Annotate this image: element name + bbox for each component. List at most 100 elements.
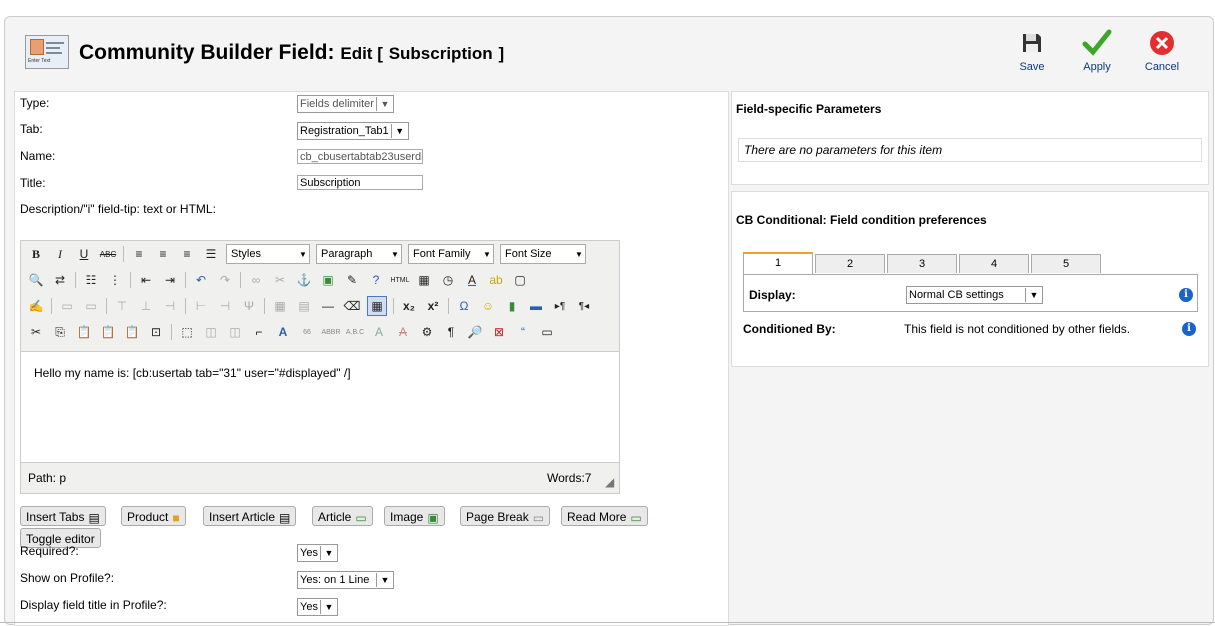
visual-aid-icon[interactable]: ⬚ [178,323,196,341]
show-on-profile-select[interactable]: Yes: on 1 Line ▼ [297,571,394,589]
template-icon[interactable]: ▭ [538,323,556,341]
underline-icon[interactable]: U [75,245,93,263]
page-break-button[interactable]: Page Break ▭ [460,506,551,526]
move-forward-icon[interactable]: ◫ [226,323,244,341]
tab-select[interactable]: Registration_Tab1 ▼ [297,122,409,140]
select-all-icon[interactable]: ⊡ [147,323,165,341]
strikethrough-icon[interactable]: ABC [99,245,117,263]
undo-icon[interactable]: ↶ [192,271,210,289]
numbered-list-icon[interactable]: ⋮ [106,271,124,289]
unlink-icon[interactable]: ✂ [271,271,289,289]
display-title-select[interactable]: Yes ▼ [297,598,338,616]
help-icon[interactable]: ? [367,271,385,289]
align-center-icon[interactable]: ≡ [154,245,172,263]
tab-3[interactable]: 3 [887,254,957,273]
type-select[interactable]: Fields delimiter ▼ [297,95,394,113]
font-family-dropdown[interactable]: Font Family ▼ [408,244,494,264]
cut-icon[interactable]: ✂ [27,323,45,341]
row-props-icon[interactable]: ▭ [58,297,76,315]
tab-5[interactable]: 5 [1031,254,1101,273]
rtl-icon[interactable]: ¶◂ [575,297,593,315]
bullet-list-icon[interactable]: ☷ [82,271,100,289]
insert-layer-icon[interactable]: ◫ [202,323,220,341]
remove-format-icon[interactable]: ⌫ [343,297,361,315]
resize-handle-icon[interactable]: ◢ [605,475,614,489]
anchor-icon[interactable]: ⚓ [295,271,313,289]
deletion-icon[interactable]: A [394,323,412,341]
abbr-icon[interactable]: ABBR [321,323,340,341]
required-select[interactable]: Yes ▼ [297,544,338,562]
insert-article-button[interactable]: Insert Article ▤ [203,506,297,526]
cancel-button[interactable]: Cancel [1133,27,1191,79]
cite-icon[interactable]: 66 [298,323,316,341]
read-more-button[interactable]: Read More ▭ [561,506,648,526]
subscript-icon[interactable]: x₂ [400,297,418,315]
info-icon[interactable]: i [1179,288,1193,302]
insert-row-after-icon[interactable]: ⊥ [137,297,155,315]
tab-2[interactable]: 2 [815,254,885,273]
replace-icon[interactable]: ⇄ [51,271,69,289]
blockquote-icon[interactable]: “ [514,323,532,341]
table-icon[interactable]: ▦ [367,296,387,316]
split-cells-icon[interactable]: ▦ [271,297,289,315]
cleanup-icon[interactable]: ✎ [343,271,361,289]
paste-text-icon[interactable]: 📋 [99,323,117,341]
time-icon[interactable]: ◷ [439,271,457,289]
superscript-icon[interactable]: x² [424,297,442,315]
html-icon[interactable]: HTML [390,271,409,289]
product-button[interactable]: Product ■ [121,506,186,526]
edit-css-icon[interactable]: ✍ [27,297,45,315]
name-field[interactable]: cb_cbusertabtab23userdi [297,149,423,164]
delete-row-icon[interactable]: ⊣ [161,297,179,315]
cell-props-icon[interactable]: ▭ [82,297,100,315]
delete-col-icon[interactable]: Ψ [240,297,258,315]
font-color-icon[interactable]: A [463,271,481,289]
image-button[interactable]: Image ▣ [384,506,445,526]
acronym-icon[interactable]: A.B.C [346,323,364,341]
attributes-icon[interactable]: ⚙ [418,323,436,341]
tab-1[interactable]: 1 [743,252,813,274]
paragraph-dropdown[interactable]: Paragraph ▼ [316,244,402,264]
date-icon[interactable]: ▦ [415,271,433,289]
paste-icon[interactable]: 📋 [75,323,93,341]
italic-icon[interactable]: I [51,245,69,263]
media-icon[interactable]: ▮ [503,297,521,315]
horizontal-rule-icon[interactable]: — [319,297,337,315]
bold-icon[interactable]: B [27,245,45,263]
tab-4[interactable]: 4 [959,254,1029,273]
styles-dropdown[interactable]: Styles ▼ [226,244,310,264]
insert-row-before-icon[interactable]: ⊤ [113,297,131,315]
article-button[interactable]: Article ▭ [312,506,373,526]
highlight-icon[interactable]: ab [487,271,505,289]
insert-col-before-icon[interactable]: ⊢ [192,297,210,315]
title-field[interactable]: Subscription [297,175,423,190]
info-icon[interactable]: i [1182,322,1196,336]
redo-icon[interactable]: ↷ [216,271,234,289]
apply-button[interactable]: Apply [1068,27,1126,79]
insert-tabs-button[interactable]: Insert Tabs ▤ [20,506,106,526]
ltr-icon[interactable]: ▸¶ [551,297,569,315]
nonbreaking-icon[interactable]: ▬ [527,297,545,315]
font-size-dropdown[interactable]: Font Size ▼ [500,244,586,264]
align-left-icon[interactable]: ≡ [130,245,148,263]
absolute-icon[interactable]: ⌐ [250,323,268,341]
copy-icon[interactable]: ⎘ [51,323,69,341]
show-blocks-icon[interactable]: ¶ [442,323,460,341]
style-props-icon[interactable]: A [274,323,292,341]
indent-icon[interactable]: ⇥ [161,271,179,289]
outdent-icon[interactable]: ⇤ [137,271,155,289]
save-button[interactable]: Save [1003,27,1061,79]
align-justify-icon[interactable]: ☰ [202,245,220,263]
insert-col-after-icon[interactable]: ⊣ [216,297,234,315]
no-print-icon[interactable]: ⊠ [490,323,508,341]
fullscreen-icon[interactable]: ▢ [511,271,529,289]
editor-content-area[interactable]: Hello my name is: [cb:usertab tab="31" u… [21,351,619,463]
insertion-icon[interactable]: A [370,323,388,341]
preview-icon[interactable]: 🔎 [466,323,484,341]
image-icon[interactable]: ▣ [319,271,337,289]
emoticon-icon[interactable]: ☺ [479,297,497,315]
special-char-icon[interactable]: Ω [455,297,473,315]
find-icon[interactable]: 🔍 [27,271,45,289]
merge-cells-icon[interactable]: ▤ [295,297,313,315]
align-right-icon[interactable]: ≡ [178,245,196,263]
